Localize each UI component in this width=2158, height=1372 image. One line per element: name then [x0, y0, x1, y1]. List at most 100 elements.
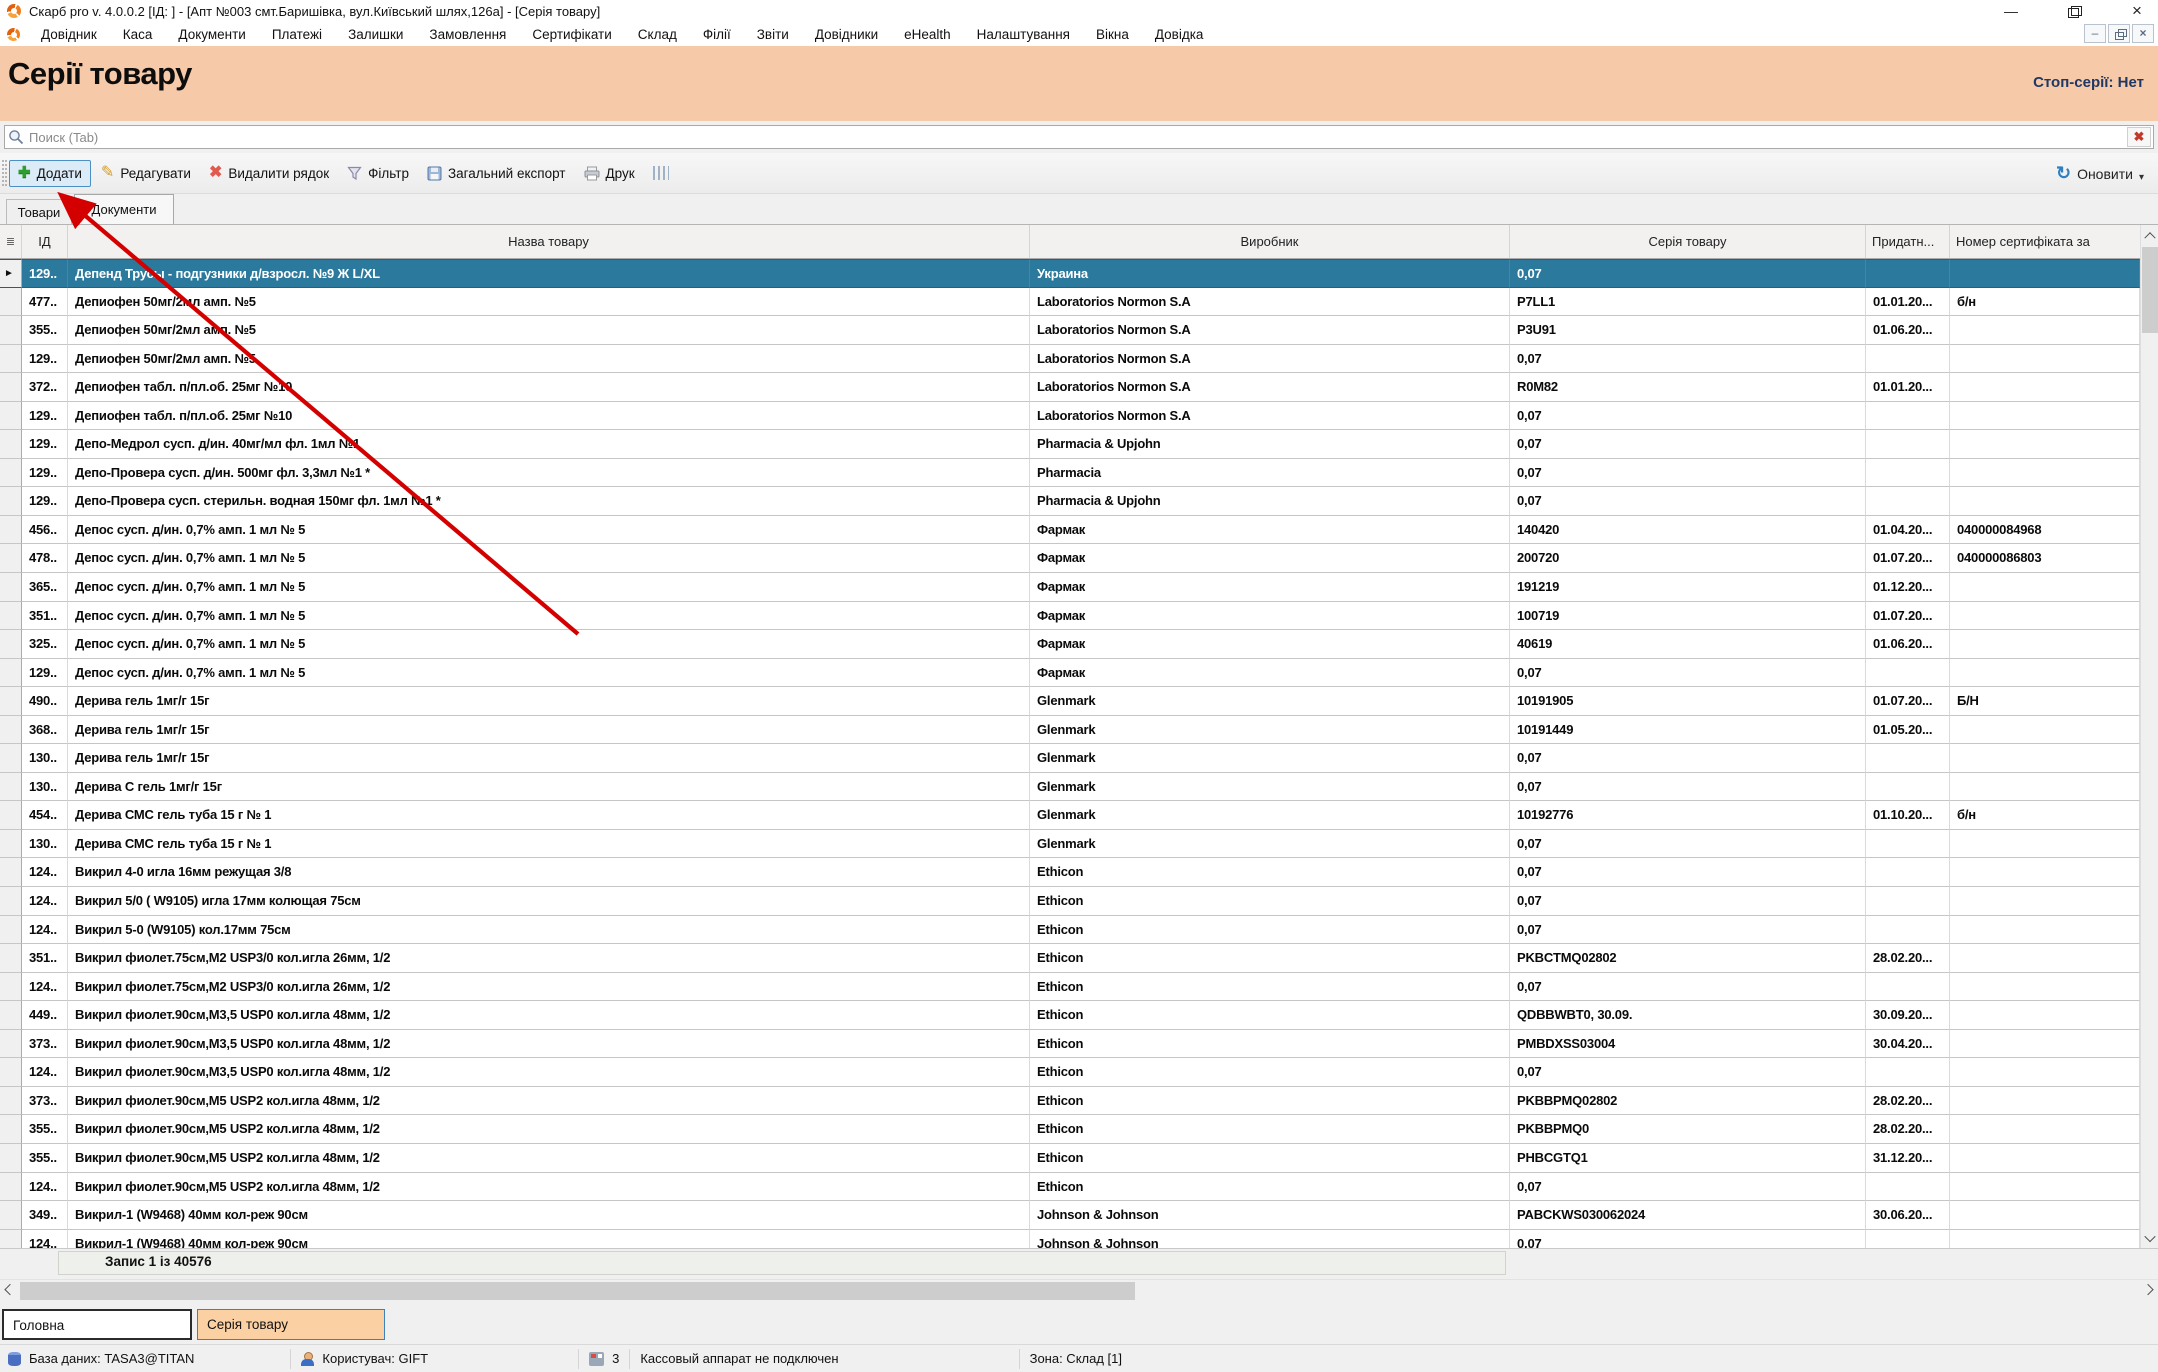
- column-header-certificate[interactable]: Номер сертифіката за: [1950, 225, 2140, 258]
- table-row[interactable]: 130..Дерива гель 1мг/г 15гGlenmark0,07: [0, 744, 2140, 773]
- mdi-minimize-icon[interactable]: –: [2084, 24, 2106, 43]
- table-row[interactable]: 129..Депиофен табл. п/пл.об. 25мг №10Lab…: [0, 402, 2140, 431]
- restore-icon[interactable]: [2068, 6, 2080, 17]
- scroll-down-icon[interactable]: [2141, 1228, 2158, 1248]
- table-row[interactable]: 355..Викрил фиолет.90см,М5 USP2 кол.игла…: [0, 1115, 2140, 1144]
- scroll-up-icon[interactable]: [2141, 225, 2158, 245]
- menu-item-9[interactable]: Звіти: [744, 27, 802, 42]
- menu-item-2[interactable]: Документи: [165, 27, 258, 42]
- table-row[interactable]: 129..Депиофен 50мг/2мл амп. №5Laboratori…: [0, 345, 2140, 374]
- cell-series: 10191905: [1510, 687, 1866, 716]
- table-row[interactable]: 454..Дерива СМС гель туба 15 г № 1Glenma…: [0, 801, 2140, 830]
- menu-item-1[interactable]: Каса: [110, 27, 166, 42]
- table-row[interactable]: 129..Депос сусп. д/ин. 0,7% амп. 1 мл № …: [0, 659, 2140, 688]
- tab-tovary[interactable]: Товари: [6, 199, 72, 224]
- menu-item-7[interactable]: Склад: [625, 27, 690, 42]
- columns-icon[interactable]: [653, 166, 669, 180]
- search-input[interactable]: [29, 130, 2127, 145]
- cell-series: 10191449: [1510, 716, 1866, 745]
- window-tab-holovna[interactable]: Головна: [2, 1309, 192, 1340]
- table-row[interactable]: 355..Викрил фиолет.90см,М5 USP2 кол.игла…: [0, 1144, 2140, 1173]
- add-button[interactable]: ✚ Додати: [9, 160, 91, 187]
- mdi-restore-icon[interactable]: [2108, 24, 2130, 43]
- table-row[interactable]: 490..Дерива гель 1мг/г 15гGlenmark101919…: [0, 687, 2140, 716]
- table-row[interactable]: 355..Депиофен 50мг/2мл амп. №5Laboratori…: [0, 316, 2140, 345]
- table-row[interactable]: 124..Викрил фиолет.75см,М2 USP3/0 кол.иг…: [0, 973, 2140, 1002]
- column-header-manufacturer[interactable]: Виробник: [1030, 225, 1510, 258]
- grid-footer: Запис 1 із 40576: [0, 1248, 2158, 1276]
- cell-id: 355..: [22, 1115, 68, 1144]
- table-row[interactable]: 373..Викрил фиолет.90см,М3,5 USP0 кол.иг…: [0, 1030, 2140, 1059]
- minimize-icon[interactable]: —: [1998, 1, 2024, 21]
- menu-item-5[interactable]: Замовлення: [416, 27, 519, 42]
- horizontal-scrollbar[interactable]: [0, 1279, 2158, 1301]
- menu-item-11[interactable]: eHealth: [891, 27, 964, 42]
- table-row[interactable]: 368..Дерива гель 1мг/г 15гGlenmark101914…: [0, 716, 2140, 745]
- table-row[interactable]: 349..Викрил-1 (W9468) 40мм кол-реж 90смJ…: [0, 1201, 2140, 1230]
- clear-search-icon[interactable]: ✖: [2127, 127, 2151, 147]
- menu-item-12[interactable]: Налаштування: [964, 27, 1083, 42]
- export-button[interactable]: Загальний експорт: [419, 161, 574, 186]
- table-row[interactable]: 351..Викрил фиолет.75см,М2 USP3/0 кол.иг…: [0, 944, 2140, 973]
- table-row[interactable]: 365..Депос сусп. д/ин. 0,7% амп. 1 мл № …: [0, 573, 2140, 602]
- tab-strip: Товари Документи: [0, 194, 2158, 224]
- menu-item-3[interactable]: Платежі: [259, 27, 335, 42]
- menu-item-8[interactable]: Філії: [690, 27, 744, 42]
- table-row[interactable]: ►129..Депенд Трусы - подгузники д/взросл…: [0, 259, 2140, 288]
- print-button[interactable]: Друк: [576, 161, 643, 186]
- tab-dokumenty[interactable]: Документи: [74, 194, 174, 224]
- cell-id: 449..: [22, 1001, 68, 1030]
- vertical-scrollbar[interactable]: [2140, 225, 2158, 1248]
- cell-manufacturer: Фармак: [1030, 602, 1510, 631]
- table-row[interactable]: 124..Викрил-1 (W9468) 40мм кол-реж 90смJ…: [0, 1230, 2140, 1248]
- table-row[interactable]: 130..Дерива С гель 1мг/г 15гGlenmark0,07: [0, 773, 2140, 802]
- refresh-button[interactable]: ↻ Оновити ▾: [2056, 153, 2144, 194]
- scroll-left-icon[interactable]: [0, 1280, 20, 1302]
- menu-item-6[interactable]: Сертифікати: [519, 27, 624, 42]
- menu-item-4[interactable]: Залишки: [335, 27, 416, 42]
- menu-item-0[interactable]: Довідник: [28, 27, 110, 42]
- table-row[interactable]: 351..Депос сусп. д/ин. 0,7% амп. 1 мл № …: [0, 602, 2140, 631]
- row-handle: [0, 716, 22, 745]
- table-row[interactable]: 373..Викрил фиолет.90см,М5 USP2 кол.игла…: [0, 1087, 2140, 1116]
- edit-button[interactable]: ✎ Редагувати: [93, 161, 199, 186]
- window-tab-seriya-tovaru[interactable]: Серія товару: [197, 1309, 385, 1340]
- cell-series: 0,07: [1510, 345, 1866, 374]
- table-row[interactable]: 478..Депос сусп. д/ин. 0,7% амп. 1 мл № …: [0, 544, 2140, 573]
- table-row[interactable]: 124..Викрил фиолет.90см,М3,5 USP0 кол.иг…: [0, 1058, 2140, 1087]
- close-icon[interactable]: ×: [2124, 1, 2150, 21]
- menu-item-10[interactable]: Довідники: [802, 27, 891, 42]
- table-row[interactable]: 124..Викрил фиолет.90см,М5 USP2 кол.игла…: [0, 1173, 2140, 1202]
- column-header-series[interactable]: Серія товару: [1510, 225, 1866, 258]
- table-row[interactable]: 129..Депо-Медрол сусп. д/ин. 40мг/мл фл.…: [0, 430, 2140, 459]
- cell-valid: [1866, 887, 1950, 916]
- table-row[interactable]: 477..Депиофен 50мг/2мл амп. №5Laboratori…: [0, 288, 2140, 317]
- menu-item-13[interactable]: Вікна: [1083, 27, 1142, 42]
- printer-icon: [584, 166, 600, 181]
- table-row[interactable]: 129..Депо-Провера сусп. стерильн. водная…: [0, 487, 2140, 516]
- column-header-name[interactable]: Назва товару: [68, 225, 1030, 258]
- row-handle: [0, 602, 22, 631]
- table-row[interactable]: 325..Депос сусп. д/ин. 0,7% амп. 1 мл № …: [0, 630, 2140, 659]
- delete-row-button[interactable]: ✖ Видалити рядок: [201, 161, 337, 186]
- cell-name: Викрил фиолет.90см,М3,5 USP0 кол.игла 48…: [68, 1058, 1030, 1087]
- table-row[interactable]: 130..Дерива СМС гель туба 15 г № 1Glenma…: [0, 830, 2140, 859]
- scroll-right-icon[interactable]: [2138, 1280, 2158, 1302]
- mdi-close-icon[interactable]: ×: [2132, 24, 2154, 43]
- table-row[interactable]: 456..Депос сусп. д/ин. 0,7% амп. 1 мл № …: [0, 516, 2140, 545]
- cash-count-label: 3: [612, 1351, 619, 1366]
- column-header-id[interactable]: ІД: [22, 225, 68, 258]
- column-header-valid[interactable]: Придатн...: [1866, 225, 1950, 258]
- table-row[interactable]: 372..Депиофен табл. п/пл.об. 25мг №10Lab…: [0, 373, 2140, 402]
- table-row[interactable]: 129..Депо-Провера сусп. д/ин. 500мг фл. …: [0, 459, 2140, 488]
- table-row[interactable]: 124..Викрил 5-0 (W9105) кол.17мм 75смEth…: [0, 916, 2140, 945]
- menu-item-14[interactable]: Довідка: [1142, 27, 1217, 42]
- table-row[interactable]: 124..Викрил 4-0 игла 16мм режущая 3/8Eth…: [0, 858, 2140, 887]
- cell-manufacturer: Фармак: [1030, 573, 1510, 602]
- cell-manufacturer: Ethicon: [1030, 1173, 1510, 1202]
- filter-button[interactable]: Фільтр: [339, 161, 417, 186]
- table-row[interactable]: 124..Викрил 5/0 ( W9105) игла 17мм колющ…: [0, 887, 2140, 916]
- vertical-scroll-thumb[interactable]: [2142, 247, 2158, 333]
- table-row[interactable]: 449..Викрил фиолет.90см,М3,5 USP0 кол.иг…: [0, 1001, 2140, 1030]
- horizontal-scroll-thumb[interactable]: [20, 1282, 1135, 1300]
